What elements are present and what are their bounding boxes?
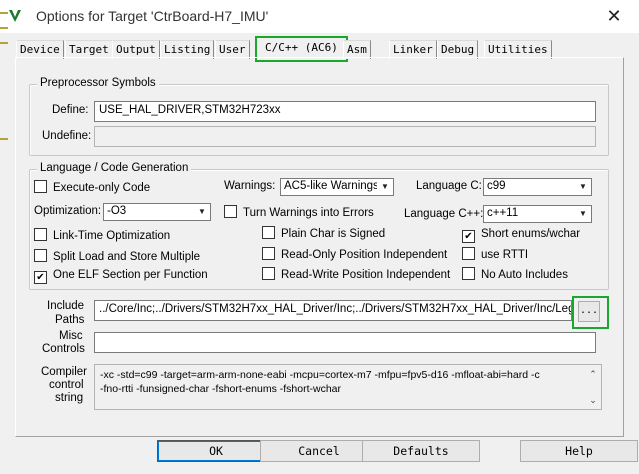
close-button[interactable]: ✕ <box>600 5 628 27</box>
link-time-checkbox[interactable]: Link-Time Optimization <box>34 228 170 242</box>
checkbox-box <box>224 205 237 218</box>
checkbox-box <box>462 247 475 260</box>
turn-warnings-errors-label: Turn Warnings into Errors <box>243 207 374 219</box>
include-label-2: Paths <box>55 314 85 326</box>
editor-edge-mark <box>0 42 8 44</box>
rw-pos-indep-checkbox[interactable]: Read-Write Position Independent <box>262 267 450 281</box>
include-label: Include <box>47 300 85 312</box>
plain-char-label: Plain Char is Signed <box>281 228 386 240</box>
no-auto-includes-checkbox[interactable]: No Auto Includes <box>462 267 568 281</box>
check-icon: ✔ <box>34 271 47 284</box>
compiler-label-3: string <box>55 392 84 404</box>
misc-label-2: Controls <box>42 343 85 355</box>
misc-label: Misc <box>59 330 83 342</box>
editor-edge-mark <box>0 12 8 14</box>
plain-char-checkbox[interactable]: Plain Char is Signed <box>262 226 385 240</box>
editor-edge-mark <box>0 138 8 140</box>
checkbox-box <box>262 247 275 260</box>
compiler-control-textarea[interactable]: -xc -std=c99 -target=arm-arm-none-eabi -… <box>94 364 602 410</box>
browse-include-button[interactable]: ... <box>578 301 600 322</box>
editor-edge-mark <box>0 27 8 29</box>
define-input[interactable]: USE_HAL_DRIVER,STM32H723xx <box>94 101 596 122</box>
checkbox-box <box>462 267 475 280</box>
language-cpp-value: c++11 <box>487 207 519 219</box>
checkbox-box <box>34 228 47 241</box>
chevron-down-icon: ▼ <box>575 206 591 222</box>
include-paths-input[interactable]: ../Core/Inc;../Drivers/STM32H7xx_HAL_Dri… <box>94 300 572 321</box>
chevron-down-icon: ▼ <box>575 179 591 195</box>
compiler-line-1: -xc -std=c99 -target=arm-arm-none-eabi -… <box>100 369 540 381</box>
use-rtti-checkbox[interactable]: use RTTI <box>462 247 528 261</box>
optimization-label: Optimization: <box>34 205 102 217</box>
split-load-checkbox[interactable]: Split Load and Store Multiple <box>34 249 200 263</box>
short-enums-checkbox[interactable]: ✔ Short enums/wchar <box>462 228 580 243</box>
language-group-label: Language / Code Generation <box>37 162 192 174</box>
use-rtti-label: use RTTI <box>481 249 529 261</box>
cancel-button[interactable]: Cancel <box>260 440 378 462</box>
warnings-label: Warnings: <box>224 180 276 192</box>
ro-pos-indep-label: Read-Only Position Independent <box>281 249 448 261</box>
ro-pos-indep-checkbox[interactable]: Read-Only Position Independent <box>262 247 447 261</box>
keil-app-icon <box>9 10 21 22</box>
scroll-down-icon[interactable]: ⌄ <box>587 395 599 405</box>
defaults-button[interactable]: Defaults <box>362 440 480 462</box>
compiler-label: Compiler <box>41 366 88 378</box>
optimization-select[interactable]: -O3 ▼ <box>103 203 211 221</box>
language-c-label: Language C: <box>416 180 482 192</box>
misc-controls-input[interactable] <box>94 332 596 353</box>
checkbox-box <box>262 267 275 280</box>
language-c-select[interactable]: c99 ▼ <box>483 178 592 196</box>
execute-only-label: Execute-only Code <box>53 182 151 194</box>
ok-button[interactable]: OK <box>157 440 275 462</box>
scroll-up-icon[interactable]: ⌃ <box>587 369 599 379</box>
checkbox-box <box>34 249 47 262</box>
chevron-down-icon: ▼ <box>194 204 210 220</box>
turn-warnings-errors-checkbox[interactable]: Turn Warnings into Errors <box>224 205 374 219</box>
short-enums-label: Short enums/wchar <box>481 228 581 240</box>
preprocessor-group-label: Preprocessor Symbols <box>37 77 159 89</box>
check-icon: ✔ <box>462 230 475 243</box>
warnings-select[interactable]: AC5-like Warnings ▼ <box>280 178 394 196</box>
language-c-value: c99 <box>487 180 506 192</box>
split-load-label: Split Load and Store Multiple <box>53 251 201 263</box>
one-elf-checkbox[interactable]: ✔ One ELF Section per Function <box>34 269 208 284</box>
warnings-value: AC5-like Warnings <box>284 180 379 192</box>
execute-only-checkbox[interactable]: Execute-only Code <box>34 180 150 194</box>
checkbox-box <box>34 180 47 193</box>
undefine-input[interactable] <box>94 126 596 147</box>
rw-pos-indep-label: Read-Write Position Independent <box>281 269 451 281</box>
define-label: Define: <box>52 104 89 116</box>
no-auto-includes-label: No Auto Includes <box>481 269 568 281</box>
chevron-down-icon: ▼ <box>377 179 393 195</box>
compiler-label-2: control <box>49 379 84 391</box>
language-cpp-label: Language C++: <box>404 208 484 220</box>
optimization-value: -O3 <box>107 205 127 217</box>
compiler-line-2: -fno-rtti -funsigned-char -fshort-enums … <box>100 383 341 395</box>
language-cpp-select[interactable]: c++11 ▼ <box>483 205 592 223</box>
link-time-label: Link-Time Optimization <box>53 230 171 242</box>
one-elf-label: One ELF Section per Function <box>53 269 208 281</box>
checkbox-box <box>262 226 275 239</box>
window-title: Options for Target 'CtrBoard-H7_IMU' <box>36 8 269 24</box>
undefine-label: Undefine: <box>42 130 92 142</box>
help-button[interactable]: Help <box>520 440 638 462</box>
